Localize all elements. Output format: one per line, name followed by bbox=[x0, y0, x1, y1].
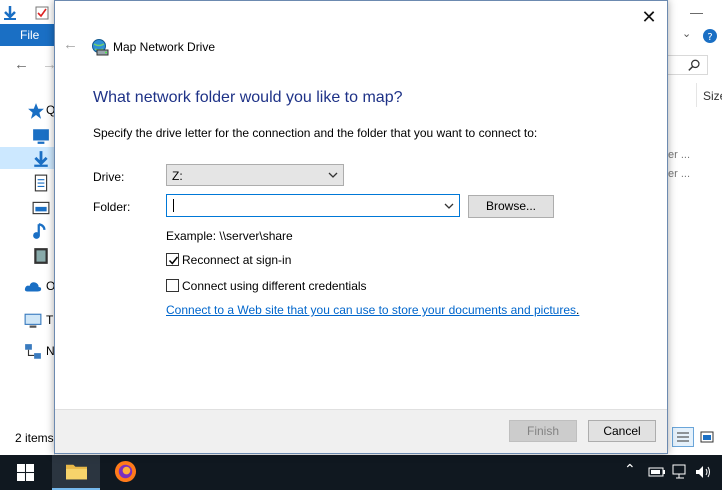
sidebar-item-quick-access[interactable]: Q bbox=[24, 102, 55, 120]
drive-letter-select[interactable]: Z: bbox=[166, 164, 344, 186]
credentials-checkbox[interactable] bbox=[166, 279, 179, 292]
chevron-down-icon[interactable] bbox=[444, 202, 454, 210]
details-view-icon bbox=[677, 432, 689, 442]
web-site-link[interactable]: Connect to a Web site that you can use t… bbox=[166, 303, 576, 317]
download-arrow-icon[interactable] bbox=[2, 5, 18, 21]
windows-logo-icon bbox=[17, 464, 34, 481]
taskbar-firefox[interactable] bbox=[101, 455, 149, 490]
row-text: er ... bbox=[668, 168, 691, 180]
reconnect-label: Reconnect at sign-in bbox=[182, 253, 292, 267]
documents-icon[interactable] bbox=[32, 174, 50, 192]
videos-icon[interactable] bbox=[32, 247, 50, 265]
folder-label: Folder: bbox=[93, 200, 131, 214]
dialog-title: Map Network Drive bbox=[113, 40, 216, 54]
folder-example-text: Example: \\server\share bbox=[166, 229, 293, 243]
large-icons-view-icon[interactable] bbox=[700, 430, 714, 444]
folder-combobox[interactable] bbox=[166, 194, 460, 217]
battery-icon[interactable] bbox=[648, 464, 666, 480]
drive-label: Drive: bbox=[93, 170, 125, 184]
ribbon-expand-chevron-icon[interactable]: ⌄ bbox=[682, 27, 691, 40]
sidebar-item-this-pc[interactable]: Th bbox=[24, 312, 60, 330]
cancel-button[interactable]: Cancel bbox=[588, 420, 656, 442]
pictures-icon[interactable] bbox=[32, 199, 50, 217]
status-item-count: 2 items bbox=[15, 431, 54, 445]
checkmark-icon bbox=[168, 256, 179, 265]
sidebar-item-network[interactable]: N bbox=[24, 343, 55, 361]
folder-input[interactable] bbox=[175, 197, 435, 214]
browse-button[interactable]: Browse... bbox=[468, 195, 554, 218]
minimize-icon[interactable]: — bbox=[690, 5, 703, 20]
sidebar-item-onedrive[interactable]: O bbox=[24, 278, 55, 296]
volume-icon[interactable] bbox=[695, 464, 713, 480]
cloud-icon bbox=[24, 282, 42, 292]
link-period: . bbox=[576, 303, 580, 317]
explorer-right-pane: — ⌄ ? Size er ... er ... bbox=[668, 0, 722, 455]
tray-chevron-up-icon[interactable]: ⌃ bbox=[624, 461, 636, 478]
dialog-heading: What network folder would you like to ma… bbox=[93, 89, 403, 106]
credentials-label: Connect using different credentials bbox=[182, 279, 367, 293]
column-divider bbox=[696, 83, 697, 107]
chevron-down-icon bbox=[328, 172, 338, 178]
star-icon bbox=[28, 103, 44, 119]
network-drive-icon bbox=[92, 39, 109, 56]
svg-text:?: ? bbox=[707, 32, 712, 43]
downloads-icon[interactable] bbox=[32, 150, 50, 168]
nav-back-icon[interactable]: ← bbox=[14, 56, 29, 73]
start-button[interactable] bbox=[0, 455, 50, 490]
details-view-button[interactable] bbox=[672, 427, 694, 447]
reconnect-checkbox[interactable] bbox=[166, 253, 179, 266]
folder-icon bbox=[66, 464, 87, 480]
web-site-link-row: Connect to a Web site that you can use t… bbox=[166, 303, 579, 317]
finish-button[interactable]: Finish bbox=[509, 420, 577, 442]
drive-letter-value: Z: bbox=[172, 169, 183, 183]
desktop-icon[interactable] bbox=[32, 127, 50, 145]
network-icon bbox=[25, 344, 41, 359]
taskbar: ⌃ bbox=[0, 455, 722, 490]
file-ribbon-tab[interactable]: File bbox=[0, 24, 54, 46]
back-arrow-icon[interactable]: ← bbox=[63, 37, 79, 53]
firefox-icon bbox=[114, 460, 137, 483]
instruction-text: Specify the drive letter for the connect… bbox=[93, 126, 538, 140]
size-column-header[interactable]: Size bbox=[703, 89, 722, 103]
computer-icon bbox=[24, 313, 42, 328]
search-box[interactable] bbox=[668, 55, 708, 75]
taskbar-file-explorer[interactable] bbox=[52, 455, 100, 490]
network-status-icon[interactable] bbox=[672, 464, 690, 480]
dialog-footer: Finish Cancel bbox=[55, 409, 667, 453]
music-icon[interactable] bbox=[32, 222, 50, 240]
help-icon[interactable]: ? bbox=[702, 28, 718, 44]
map-network-drive-dialog: ✕ ← Map Network Drive What network folde… bbox=[54, 0, 668, 454]
properties-checklist-icon[interactable] bbox=[34, 5, 50, 21]
text-caret bbox=[173, 199, 174, 212]
row-text: er ... bbox=[668, 149, 691, 161]
close-button[interactable]: ✕ bbox=[637, 5, 661, 29]
explorer-left-pane: File ← → Q O Th N 2 items bbox=[0, 0, 60, 455]
close-icon: ✕ bbox=[641, 7, 657, 27]
search-icon bbox=[688, 59, 700, 71]
